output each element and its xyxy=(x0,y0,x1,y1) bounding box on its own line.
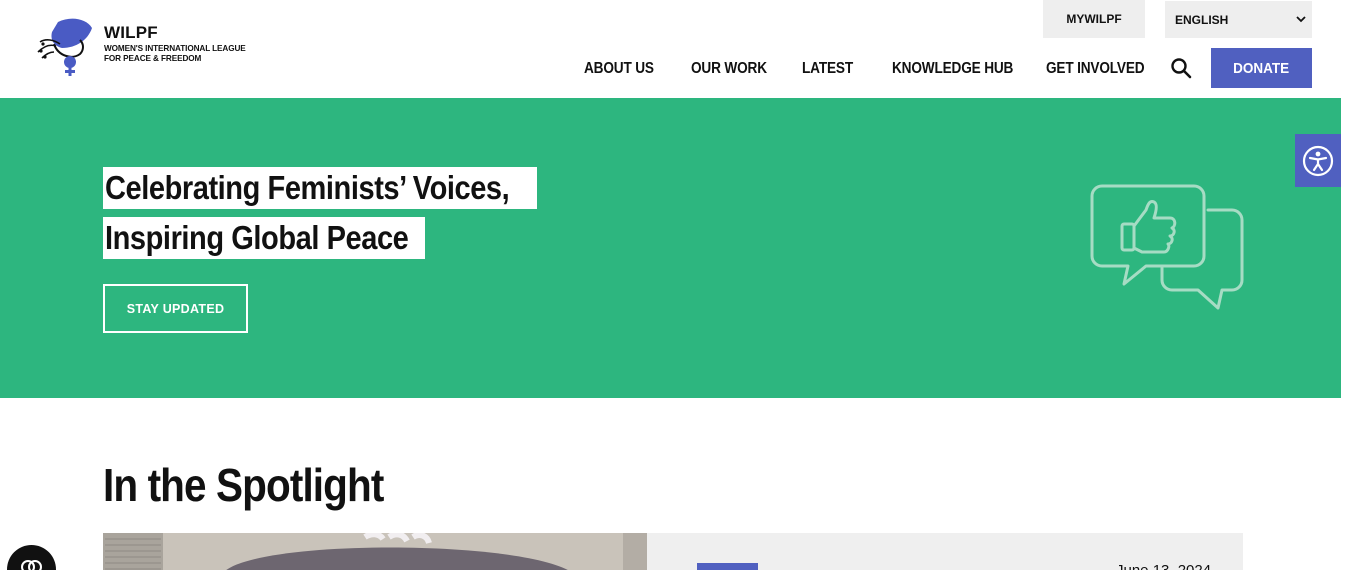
nav-about-us[interactable]: ABOUT US xyxy=(584,60,654,78)
spotlight-category-tag[interactable] xyxy=(697,563,758,570)
search-icon[interactable] xyxy=(1170,57,1192,79)
chevron-down-icon xyxy=(1296,16,1306,23)
spotlight-image[interactable] xyxy=(103,533,647,570)
thumbs-up-chat-icon xyxy=(1090,184,1244,310)
wilpf-logo[interactable]: WILPF WOMEN'S INTERNATIONAL LEAGUE FOR P… xyxy=(36,14,246,78)
logo-subtitle: WOMEN'S INTERNATIONAL LEAGUE FOR PEACE &… xyxy=(104,44,246,63)
donate-button[interactable]: DONATE xyxy=(1211,48,1312,88)
accessibility-toolbar-button[interactable] xyxy=(1295,134,1341,187)
hero-banner: Celebrating Feminists’ Voices, Inspiring… xyxy=(0,98,1341,398)
site-header: WILPF WOMEN'S INTERNATIONAL LEAGUE FOR P… xyxy=(0,0,1341,98)
nav-latest[interactable]: LATEST xyxy=(802,60,853,78)
nav-get-involved[interactable]: GET INVOLVED xyxy=(1046,60,1145,78)
chat-icon xyxy=(21,560,42,570)
stay-updated-button[interactable]: STAY UPDATED xyxy=(103,284,248,333)
language-select-value: ENGLISH xyxy=(1175,12,1229,27)
donate-label: DONATE xyxy=(1233,59,1290,77)
mywilpf-button[interactable]: MYWILPF xyxy=(1043,0,1145,38)
chat-widget-button[interactable] xyxy=(7,545,56,570)
nav-our-work[interactable]: OUR WORK xyxy=(691,60,767,78)
hero-title-line-1: Celebrating Feminists’ Voices, xyxy=(103,167,537,209)
nav-knowledge-hub[interactable]: KNOWLEDGE HUB xyxy=(892,60,1013,78)
logo-title: WILPF xyxy=(104,23,158,42)
spotlight-heading: In the Spotlight xyxy=(103,459,384,511)
hero-title-line-2: Inspiring Global Peace xyxy=(103,217,425,259)
language-select[interactable]: ENGLISH xyxy=(1165,1,1312,38)
accessibility-icon xyxy=(1302,145,1334,176)
spotlight-date: June 13, 2024 xyxy=(1116,562,1211,570)
dove-logo-icon xyxy=(37,18,92,76)
spotlight-photo-icon xyxy=(103,533,647,570)
